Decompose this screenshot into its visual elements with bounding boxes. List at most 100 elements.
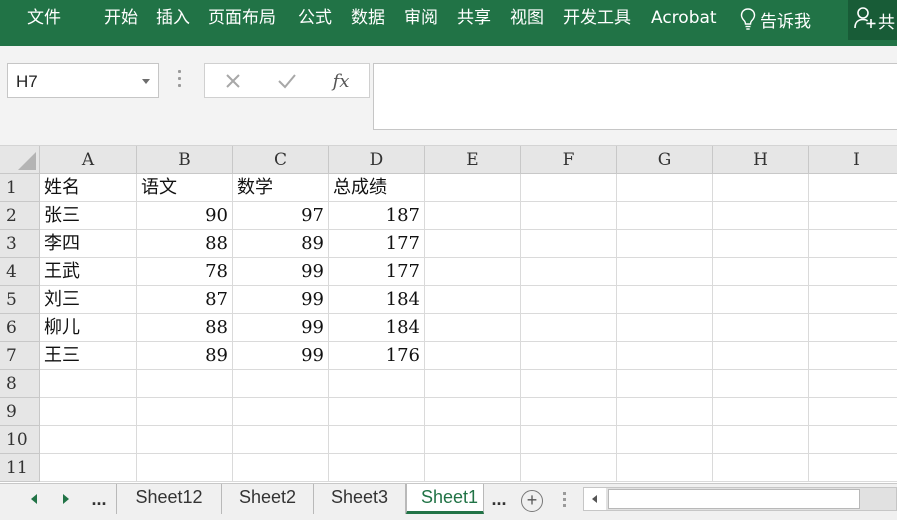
tab-split-handle[interactable] <box>563 492 567 510</box>
cell-f3[interactable] <box>521 230 617 258</box>
cell-d8[interactable] <box>329 370 425 398</box>
cell-a9[interactable] <box>40 398 137 426</box>
row-header-2[interactable]: 2 <box>0 202 40 230</box>
cell-i2[interactable] <box>809 202 897 230</box>
cell-b1[interactable]: 语文 <box>137 174 233 202</box>
tab-file[interactable]: 文件 <box>27 8 61 28</box>
cell-f5[interactable] <box>521 286 617 314</box>
column-header-b[interactable]: B <box>137 146 233 174</box>
cell-b3[interactable]: 88 <box>137 230 233 258</box>
cell-c2[interactable]: 97 <box>233 202 329 230</box>
column-header-h[interactable]: H <box>713 146 809 174</box>
cell-i10[interactable] <box>809 426 897 454</box>
function-icon[interactable]: fx <box>327 69 355 93</box>
row-header-9[interactable]: 9 <box>0 398 40 426</box>
row-header-7[interactable]: 7 <box>0 342 40 370</box>
cancel-icon[interactable] <box>219 69 247 93</box>
tab-acrobat[interactable]: Acrobat <box>651 8 717 28</box>
cell-c9[interactable] <box>233 398 329 426</box>
cell-d4[interactable]: 177 <box>329 258 425 286</box>
horizontal-scrollbar[interactable] <box>583 487 897 511</box>
cell-d2[interactable]: 187 <box>329 202 425 230</box>
cell-g4[interactable] <box>617 258 713 286</box>
cell-a8[interactable] <box>40 370 137 398</box>
cell-a3[interactable]: 李四 <box>40 230 137 258</box>
tab-formulas[interactable]: 公式 <box>298 8 332 28</box>
scroll-right-icon[interactable] <box>56 484 76 514</box>
cell-d11[interactable] <box>329 454 425 482</box>
cell-c1[interactable]: 数学 <box>233 174 329 202</box>
cell-c5[interactable]: 99 <box>233 286 329 314</box>
enter-icon[interactable] <box>273 69 301 93</box>
dropdown-arrow-icon[interactable] <box>142 79 150 84</box>
tab-view[interactable]: 视图 <box>510 8 544 28</box>
column-header-i[interactable]: I <box>809 146 897 174</box>
scrollbar-left-arrow-icon[interactable] <box>584 488 606 510</box>
select-all-button[interactable] <box>0 146 40 174</box>
cell-e4[interactable] <box>425 258 521 286</box>
tab-home[interactable]: 开始 <box>104 8 138 28</box>
column-header-a[interactable]: A <box>40 146 137 174</box>
add-sheet-icon[interactable]: + <box>521 490 543 512</box>
cell-c3[interactable]: 89 <box>233 230 329 258</box>
cell-h6[interactable] <box>713 314 809 342</box>
cell-c8[interactable] <box>233 370 329 398</box>
cell-e1[interactable] <box>425 174 521 202</box>
cell-d6[interactable]: 184 <box>329 314 425 342</box>
cell-b5[interactable]: 87 <box>137 286 233 314</box>
cell-a6[interactable]: 柳儿 <box>40 314 137 342</box>
column-header-g[interactable]: G <box>617 146 713 174</box>
cell-h7[interactable] <box>713 342 809 370</box>
sheet-tab-sheet2[interactable]: Sheet2 <box>222 484 314 514</box>
cell-i3[interactable] <box>809 230 897 258</box>
tab-developer[interactable]: 开发工具 <box>563 8 631 28</box>
cell-a4[interactable]: 王武 <box>40 258 137 286</box>
cell-c11[interactable] <box>233 454 329 482</box>
cell-h2[interactable] <box>713 202 809 230</box>
formula-bar-resize-handle[interactable] <box>178 70 182 90</box>
cell-g8[interactable] <box>617 370 713 398</box>
cell-a1[interactable]: 姓名 <box>40 174 137 202</box>
cell-b4[interactable]: 78 <box>137 258 233 286</box>
name-box[interactable]: H7 <box>7 63 159 98</box>
row-header-10[interactable]: 10 <box>0 426 40 454</box>
row-header-1[interactable]: 1 <box>0 174 40 202</box>
tabs-overflow-right[interactable]: ... <box>486 484 512 514</box>
cell-h5[interactable] <box>713 286 809 314</box>
cell-b6[interactable]: 88 <box>137 314 233 342</box>
tab-page-layout[interactable]: 页面布局 <box>208 8 276 28</box>
tabs-overflow-left[interactable]: ... <box>86 484 112 514</box>
cell-e5[interactable] <box>425 286 521 314</box>
cell-i4[interactable] <box>809 258 897 286</box>
tell-me-box[interactable]: 告诉我 <box>740 6 811 32</box>
cell-f7[interactable] <box>521 342 617 370</box>
share-button[interactable]: 共 <box>848 0 897 40</box>
sheet-tab-sheet12[interactable]: Sheet12 <box>116 484 222 514</box>
cell-e2[interactable] <box>425 202 521 230</box>
cell-a7[interactable]: 王三 <box>40 342 137 370</box>
sheet-tab-sheet3[interactable]: Sheet3 <box>314 484 406 514</box>
row-header-8[interactable]: 8 <box>0 370 40 398</box>
column-header-d[interactable]: D <box>329 146 425 174</box>
cell-g1[interactable] <box>617 174 713 202</box>
cell-h9[interactable] <box>713 398 809 426</box>
cell-i7[interactable] <box>809 342 897 370</box>
cell-e8[interactable] <box>425 370 521 398</box>
column-header-e[interactable]: E <box>425 146 521 174</box>
cell-d3[interactable]: 177 <box>329 230 425 258</box>
cell-f6[interactable] <box>521 314 617 342</box>
column-header-f[interactable]: F <box>521 146 617 174</box>
scroll-left-icon[interactable] <box>24 484 44 514</box>
cell-c7[interactable]: 99 <box>233 342 329 370</box>
row-header-3[interactable]: 3 <box>0 230 40 258</box>
cell-g9[interactable] <box>617 398 713 426</box>
cell-b2[interactable]: 90 <box>137 202 233 230</box>
cell-h10[interactable] <box>713 426 809 454</box>
cell-g5[interactable] <box>617 286 713 314</box>
cell-a2[interactable]: 张三 <box>40 202 137 230</box>
row-header-5[interactable]: 5 <box>0 286 40 314</box>
cell-b11[interactable] <box>137 454 233 482</box>
cell-h11[interactable] <box>713 454 809 482</box>
cell-f10[interactable] <box>521 426 617 454</box>
tab-data[interactable]: 数据 <box>351 8 385 28</box>
